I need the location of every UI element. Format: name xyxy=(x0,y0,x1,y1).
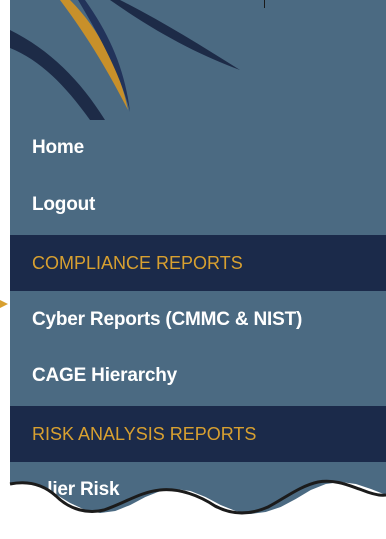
screenshot-stage: Home Logout COMPLIANCE REPORTS Cyber Rep… xyxy=(0,0,386,539)
menu-item-logout[interactable]: Logout xyxy=(10,177,386,233)
section-header-compliance-reports: COMPLIANCE REPORTS xyxy=(10,235,386,291)
pointer-arrow-icon xyxy=(0,300,8,308)
menu-item-home[interactable]: Home xyxy=(10,120,386,176)
menu-item-cage-hierarchy[interactable]: CAGE Hierarchy xyxy=(10,348,386,404)
section-header-risk-analysis-reports: RISK ANALYSIS REPORTS xyxy=(10,406,386,462)
menu-item-cyber-reports[interactable]: Cyber Reports (CMMC & NIST) xyxy=(10,292,386,348)
logo-swoosh-graphic xyxy=(10,0,240,120)
logo-dark-swoosh-right xyxy=(110,0,240,70)
menu-item-supplier-risk[interactable]: ...lier Risk xyxy=(10,462,386,518)
divider-line xyxy=(264,0,265,8)
